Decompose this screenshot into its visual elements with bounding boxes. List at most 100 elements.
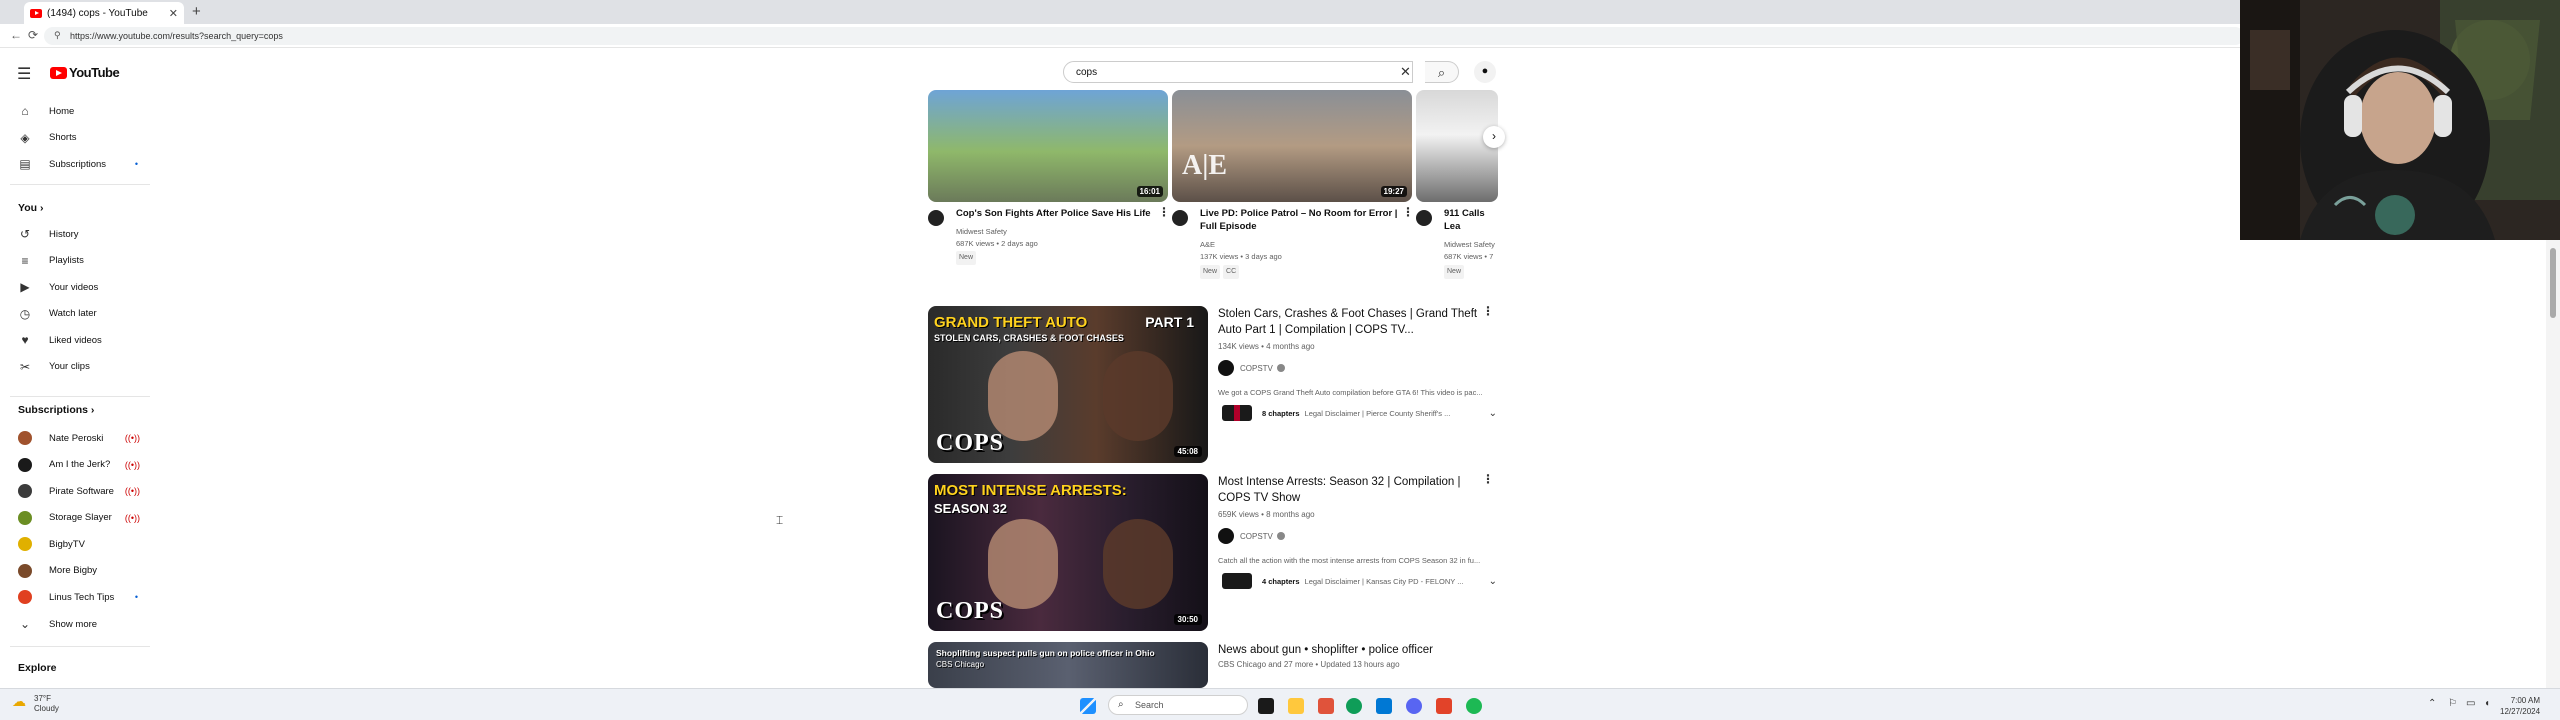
channel-avatar[interactable] bbox=[1416, 210, 1432, 226]
sidebar-item[interactable]: ≡ Playlists bbox=[0, 249, 150, 273]
result-video-title[interactable]: News about gun • shoplifter • police off… bbox=[1218, 642, 1478, 658]
sidebar-item[interactable]: ▤ Subscriptions • bbox=[0, 152, 150, 176]
shelf-video-title[interactable]: Live PD: Police Patrol – No Room for Err… bbox=[1200, 207, 1400, 233]
thumbnail-subheadline: SEASON 32 bbox=[934, 501, 1007, 516]
sidebar-item[interactable]: Linus Tech Tips • bbox=[0, 585, 150, 609]
show-more-label: Show more bbox=[49, 618, 98, 630]
clock-time: 7:00 AM bbox=[2510, 696, 2541, 705]
volume-icon[interactable]: ◖ bbox=[2484, 698, 2490, 709]
chevron-down-icon[interactable]: ⌄ bbox=[1489, 408, 1497, 419]
sidebar-divider bbox=[10, 184, 150, 185]
weather-widget[interactable]: ☁ 37°F Cloudy bbox=[12, 694, 59, 714]
sidebar-item[interactable]: ✂ Your clips bbox=[0, 355, 150, 379]
result-video-thumbnail[interactable]: GRAND THEFT AUTO PART 1 STOLEN CARS, CRASH… bbox=[928, 306, 1208, 463]
chevron-down-icon: ⌄ bbox=[19, 617, 31, 631]
sidebar-item[interactable]: ♥ Liked videos bbox=[0, 328, 150, 352]
shelf-next-button[interactable]: › bbox=[1483, 126, 1505, 148]
scrollbar-thumb[interactable] bbox=[2550, 248, 2556, 318]
system-clock[interactable]: 7:00 AM 12/27/2024 bbox=[2500, 695, 2540, 717]
shelf-channel-name[interactable]: Midwest Safety bbox=[1444, 239, 1496, 251]
sidebar-item[interactable]: More Bigby bbox=[0, 559, 150, 583]
shelf-channel-name[interactable]: Midwest Safety bbox=[956, 226, 1166, 238]
mail-app-icon[interactable] bbox=[1376, 698, 1392, 714]
search-button[interactable]: ⌕ bbox=[1425, 61, 1459, 83]
result-video-thumbnail[interactable]: Shoplifting suspect pulls gun on police … bbox=[928, 642, 1208, 688]
chapters-count: 8 chapters bbox=[1262, 408, 1300, 418]
chapters-row[interactable]: 4 chapters Legal Disclaimer | Kansas City… bbox=[1222, 570, 1497, 592]
channel-avatar[interactable] bbox=[1172, 210, 1188, 226]
reload-icon[interactable]: ⟳ bbox=[28, 28, 38, 42]
voice-search-button[interactable]: ● bbox=[1474, 61, 1496, 83]
shelf-video-title[interactable]: 911 Calls Lea Shootout bbox=[1444, 207, 1486, 233]
chapters-row[interactable]: 8 chapters Legal Disclaimer | Pierce Coun… bbox=[1222, 402, 1497, 424]
shelf-video-title[interactable]: Cop's Son Fights After Police Save His L… bbox=[956, 207, 1156, 220]
show-more-button[interactable]: ⌄ Show more bbox=[0, 612, 150, 636]
spotify-icon[interactable] bbox=[1466, 698, 1482, 714]
shelf-video-thumbnail[interactable]: 16:01 bbox=[928, 90, 1168, 202]
chrome-browser-icon[interactable] bbox=[1346, 698, 1362, 714]
network-icon[interactable]: ▭ bbox=[2466, 698, 2475, 709]
sidebar-section-subscriptions[interactable]: Subscriptions › bbox=[18, 404, 94, 416]
weather-desc: Cloudy bbox=[34, 704, 59, 713]
channel-avatar bbox=[18, 563, 32, 578]
sidebar-item-label: Am I the Jerk? bbox=[49, 459, 111, 470]
result-description: Catch all the action with the most inten… bbox=[1218, 556, 1481, 565]
youtube-logo[interactable]: YouTube bbox=[50, 65, 120, 80]
store-app-icon[interactable] bbox=[1318, 698, 1334, 714]
result-channel[interactable]: COPSTV bbox=[1218, 528, 1285, 544]
task-view-icon[interactable] bbox=[1258, 698, 1274, 714]
menu-icon[interactable]: ☰ bbox=[17, 64, 31, 84]
shelf-video-thumbnail[interactable] bbox=[1416, 90, 1498, 202]
chevron-down-icon[interactable]: ⌄ bbox=[1489, 576, 1497, 587]
address-bar[interactable]: ⚲ https://www.youtube.com/results?search… bbox=[44, 27, 2244, 45]
shelf-video-thumbnail[interactable]: A|E 19:27 bbox=[1172, 90, 1412, 202]
result-description: We got a COPS Grand Theft Auto compilati… bbox=[1218, 388, 1483, 397]
thumbnail-face-shape bbox=[1103, 351, 1173, 441]
result-video-stats: 659K views • 8 months ago bbox=[1218, 510, 1315, 519]
microphone-icon: ● bbox=[1481, 65, 1489, 77]
sidebar-item[interactable]: Nate Peroski ((•)) bbox=[0, 426, 150, 450]
file-explorer-icon[interactable] bbox=[1288, 698, 1304, 714]
chapters-text: Legal Disclaimer | Kansas City PD - FELO… bbox=[1304, 576, 1464, 586]
watch-later-icon: ◷ bbox=[19, 306, 31, 321]
more-options-icon[interactable]: ⋮ bbox=[1402, 205, 1414, 219]
sidebar-item[interactable]: ▶ Your videos bbox=[0, 275, 150, 299]
clear-search-icon[interactable]: ✕ bbox=[1400, 64, 1411, 80]
clips-icon: ✂ bbox=[19, 359, 31, 374]
sidebar-item[interactable]: BigbyTV bbox=[0, 532, 150, 556]
sidebar-item[interactable]: Storage Slayer ((•)) bbox=[0, 506, 150, 530]
sidebar-item[interactable]: ↺ History bbox=[0, 222, 150, 246]
result-video-title[interactable]: Stolen Cars, Crashes & Foot Chases | Gra… bbox=[1218, 306, 1478, 338]
search-icon: ⌕ bbox=[1437, 65, 1446, 80]
sidebar-item-label: Your clips bbox=[49, 361, 90, 372]
browser-tab[interactable]: (1494) cops - YouTube ✕ bbox=[24, 2, 184, 24]
back-arrow-icon[interactable]: ← bbox=[10, 28, 22, 42]
search-input[interactable]: cops bbox=[1063, 61, 1413, 83]
sidebar-item[interactable]: ⌂ Home bbox=[0, 99, 150, 123]
more-options-icon[interactable]: ⋮ bbox=[1158, 205, 1170, 219]
taskbar-search[interactable]: ⌕ Search bbox=[1108, 695, 1248, 715]
new-tab-button[interactable]: + bbox=[192, 3, 201, 20]
notification-icon[interactable]: ⚐ bbox=[2448, 698, 2457, 709]
result-video-title[interactable]: Most Intense Arrests: Season 32 | Compil… bbox=[1218, 474, 1478, 506]
tab-close-icon[interactable]: ✕ bbox=[169, 7, 178, 20]
sidebar-item[interactable]: ◈ Shorts bbox=[0, 126, 150, 150]
channel-avatar[interactable] bbox=[928, 210, 944, 226]
sidebar-item[interactable]: ◷ Watch later bbox=[0, 302, 150, 326]
result-channel[interactable]: COPSTV bbox=[1218, 360, 1285, 376]
more-options-icon[interactable]: ⋮ bbox=[1482, 304, 1494, 318]
search-query: cops bbox=[1076, 67, 1098, 78]
more-options-icon[interactable]: ⋮ bbox=[1482, 472, 1494, 486]
result-video-thumbnail[interactable]: MOST INTENSE ARRESTS: SEASON 32 COPS 30:50 bbox=[928, 474, 1208, 631]
discord-icon[interactable] bbox=[1406, 698, 1422, 714]
app-icon[interactable] bbox=[1436, 698, 1452, 714]
shelf-channel-name[interactable]: A&E bbox=[1200, 239, 1410, 251]
chevron-up-icon[interactable]: ⌃ bbox=[2428, 698, 2436, 709]
news-thumbnail-source: CBS Chicago bbox=[936, 660, 985, 669]
site-info-icon[interactable]: ⚲ bbox=[54, 30, 61, 41]
windows-start-icon[interactable] bbox=[1080, 698, 1096, 714]
sidebar-section-you[interactable]: You › bbox=[18, 202, 43, 214]
shorts-icon: ◈ bbox=[20, 130, 30, 145]
sidebar-item[interactable]: Am I the Jerk? ((•)) bbox=[0, 453, 150, 477]
sidebar-item[interactable]: Pirate Software ((•)) bbox=[0, 479, 150, 503]
